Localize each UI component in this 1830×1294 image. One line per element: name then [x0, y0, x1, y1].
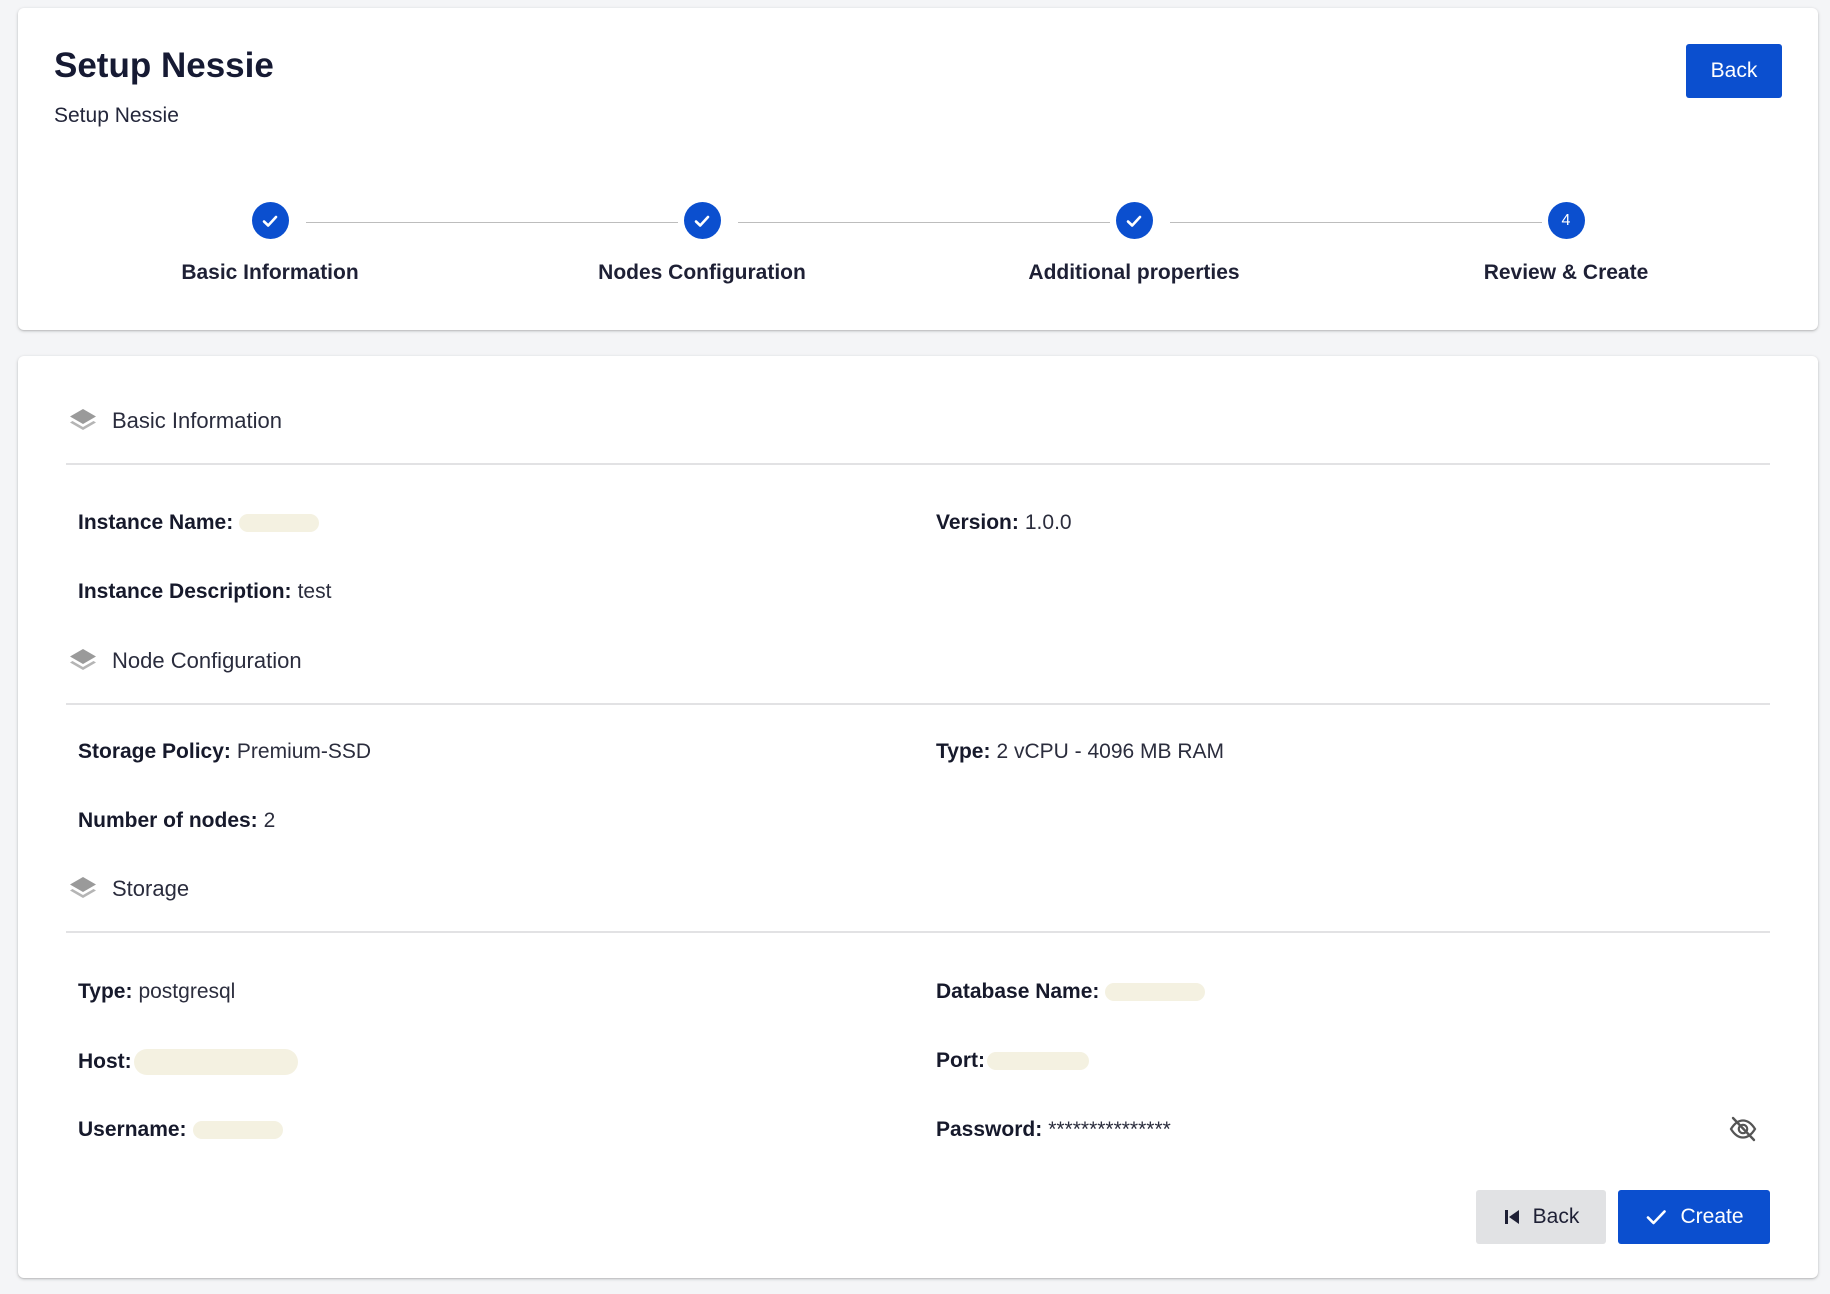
version-label: Version: — [936, 511, 1019, 534]
version-value: 1.0.0 — [1024, 511, 1072, 534]
section-node-configuration: Node Configuration — [68, 646, 302, 676]
stepper: Basic Information Nodes Configuration Ad… — [18, 202, 1818, 302]
field-storage-policy: Storage Policy: Premium-SSD — [78, 740, 371, 764]
storage-type-value: postgresql — [138, 980, 236, 1003]
redacted-host — [133, 1049, 298, 1075]
field-password: Password: *************** — [936, 1118, 1171, 1142]
section-title: Storage — [112, 876, 190, 901]
step-nodes-configuration[interactable]: Nodes Configuration — [552, 202, 852, 285]
step-basic-information[interactable]: Basic Information — [120, 202, 420, 285]
section-title: Node Configuration — [112, 648, 302, 673]
field-version: Version: 1.0.0 — [936, 511, 1072, 535]
storage-policy-value: Premium-SSD — [236, 740, 372, 763]
footer-back-label: Back — [1532, 1205, 1580, 1228]
check-icon — [262, 215, 278, 227]
step-review-create[interactable]: 4 Review & Create — [1416, 202, 1716, 285]
divider — [66, 463, 1770, 465]
step-label: Additional properties — [1028, 261, 1240, 284]
section-basic-information: Basic Information — [68, 406, 282, 436]
skip-previous-icon — [1503, 1208, 1521, 1226]
page-title: Setup Nessie — [54, 46, 274, 85]
field-instance-name: Instance Name: — [78, 511, 320, 535]
instance-name-label: Instance Name: — [78, 511, 234, 534]
layers-icon — [70, 877, 96, 898]
step-active-circle: 4 — [1547, 202, 1585, 239]
number-of-nodes-label: Number of nodes: — [78, 809, 258, 832]
node-type-label: Type: — [936, 740, 991, 763]
section-storage: Storage — [68, 874, 189, 904]
host-label: Host: — [78, 1050, 132, 1073]
step-complete-circle — [251, 202, 289, 239]
redacted-database-name — [1105, 983, 1206, 1001]
eye-off-icon[interactable] — [1728, 1114, 1758, 1144]
storage-type-label: Type: — [78, 980, 133, 1003]
port-label: Port: — [936, 1049, 985, 1072]
check-icon — [694, 215, 710, 227]
review-card: Basic Information Instance Name: Version… — [18, 356, 1818, 1278]
field-host: Host: — [78, 1049, 298, 1075]
database-name-label: Database Name: — [936, 980, 1100, 1003]
layers-icon — [70, 409, 96, 430]
check-icon — [1644, 1205, 1668, 1229]
field-number-of-nodes: Number of nodes: 2 — [78, 809, 275, 833]
field-port: Port: — [936, 1049, 1089, 1073]
page-subtitle: Setup Nessie — [54, 104, 179, 127]
password-value: *************** — [1048, 1118, 1171, 1141]
redacted-instance-name — [239, 514, 320, 532]
field-username: Username: — [78, 1118, 283, 1142]
number-of-nodes-value: 2 — [263, 809, 276, 832]
layers-icon — [70, 649, 96, 670]
field-node-type: Type: 2 vCPU - 4096 MB RAM — [936, 740, 1224, 764]
field-database-name: Database Name: — [936, 980, 1206, 1004]
create-button[interactable]: Create — [1618, 1190, 1770, 1244]
header-back-button[interactable]: Back — [1686, 44, 1782, 98]
instance-description-value: test — [297, 580, 332, 603]
divider — [66, 703, 1770, 705]
node-type-value: 2 vCPU - 4096 MB RAM — [996, 740, 1225, 763]
check-icon — [1126, 215, 1142, 227]
step-label: Nodes Configuration — [598, 261, 806, 284]
field-instance-description: Instance Description: test — [78, 580, 331, 604]
step-additional-properties[interactable]: Additional properties — [984, 202, 1284, 285]
step-complete-circle — [1115, 202, 1153, 239]
step-complete-circle — [683, 202, 721, 239]
create-label: Create — [1680, 1205, 1744, 1228]
username-label: Username: — [78, 1118, 187, 1141]
field-storage-type: Type: postgresql — [78, 980, 235, 1004]
setup-header-card: Setup Nessie Setup Nessie Back Basic Inf… — [18, 8, 1818, 330]
storage-policy-label: Storage Policy: — [78, 740, 231, 763]
divider — [66, 931, 1770, 933]
section-title: Basic Information — [112, 408, 282, 433]
step-label: Review & Create — [1483, 261, 1649, 284]
password-label: Password: — [936, 1118, 1043, 1141]
instance-description-label: Instance Description: — [78, 580, 292, 603]
footer-back-button[interactable]: Back — [1476, 1190, 1606, 1244]
step-label: Basic Information — [181, 261, 359, 284]
redacted-port — [987, 1052, 1089, 1070]
redacted-username — [192, 1121, 283, 1139]
